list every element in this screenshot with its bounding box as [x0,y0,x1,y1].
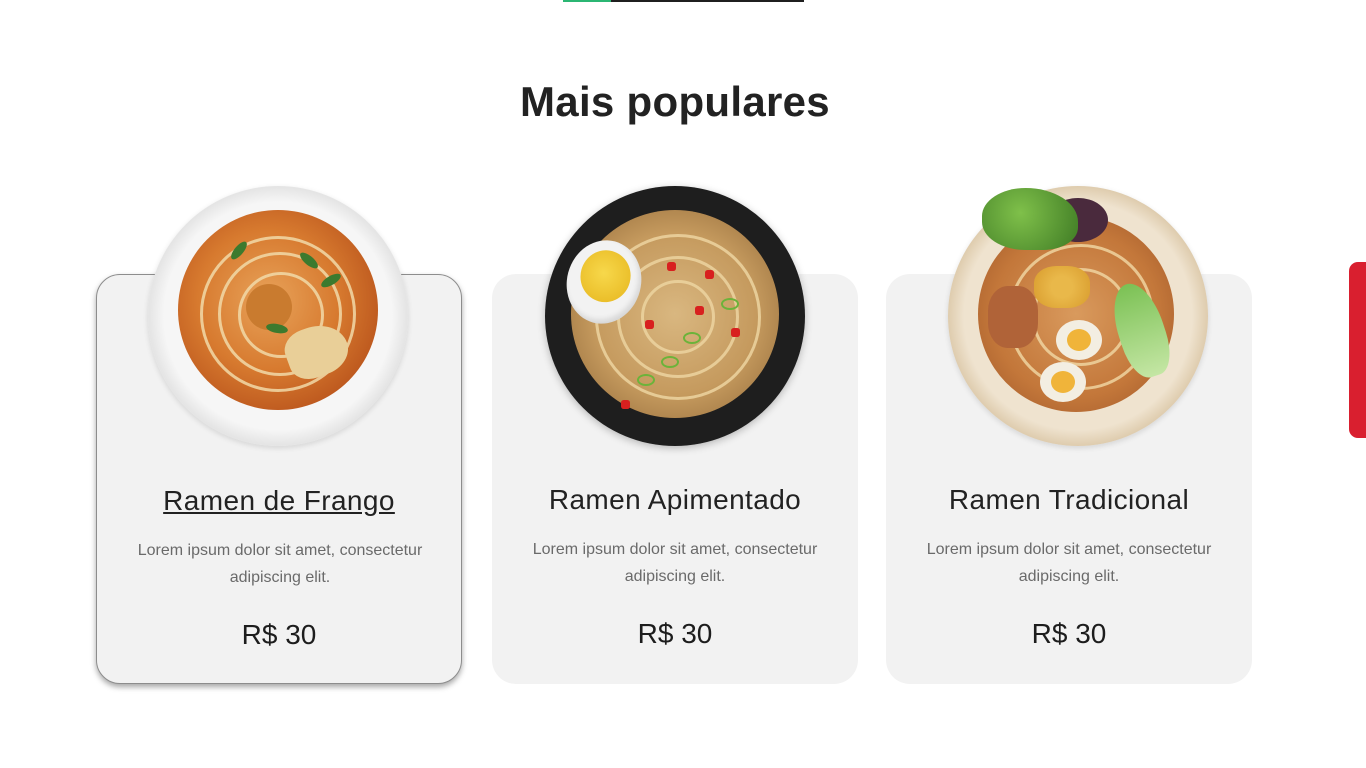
product-description: Lorem ipsum dolor sit amet, consectetur … [137,542,423,586]
product-price: R$ 30 [637,618,713,649]
product-description: Lorem ipsum dolor sit amet, consectetur … [926,541,1212,585]
traditional-ramen-bowl-image [948,186,1208,446]
section-title: Mais populares [520,78,830,125]
product-name[interactable]: Ramen de Frango [97,485,461,517]
product-price: R$ 30 [241,619,317,650]
product-description: Lorem ipsum dolor sit amet, consectetur … [532,541,818,585]
popular-products-list: Ramen de Frango Lorem ipsum dolor sit am… [96,186,1256,686]
spicy-ramen-bowl-image [545,186,805,446]
product-name[interactable]: Ramen Tradicional [886,484,1252,516]
side-scroll-tab[interactable] [1349,262,1366,438]
section-indicator-line [563,0,804,2]
product-price: R$ 30 [1031,618,1107,649]
chicken-ramen-bowl-image [148,186,408,446]
section-indicator-accent [563,0,611,2]
product-name[interactable]: Ramen Apimentado [492,484,858,516]
